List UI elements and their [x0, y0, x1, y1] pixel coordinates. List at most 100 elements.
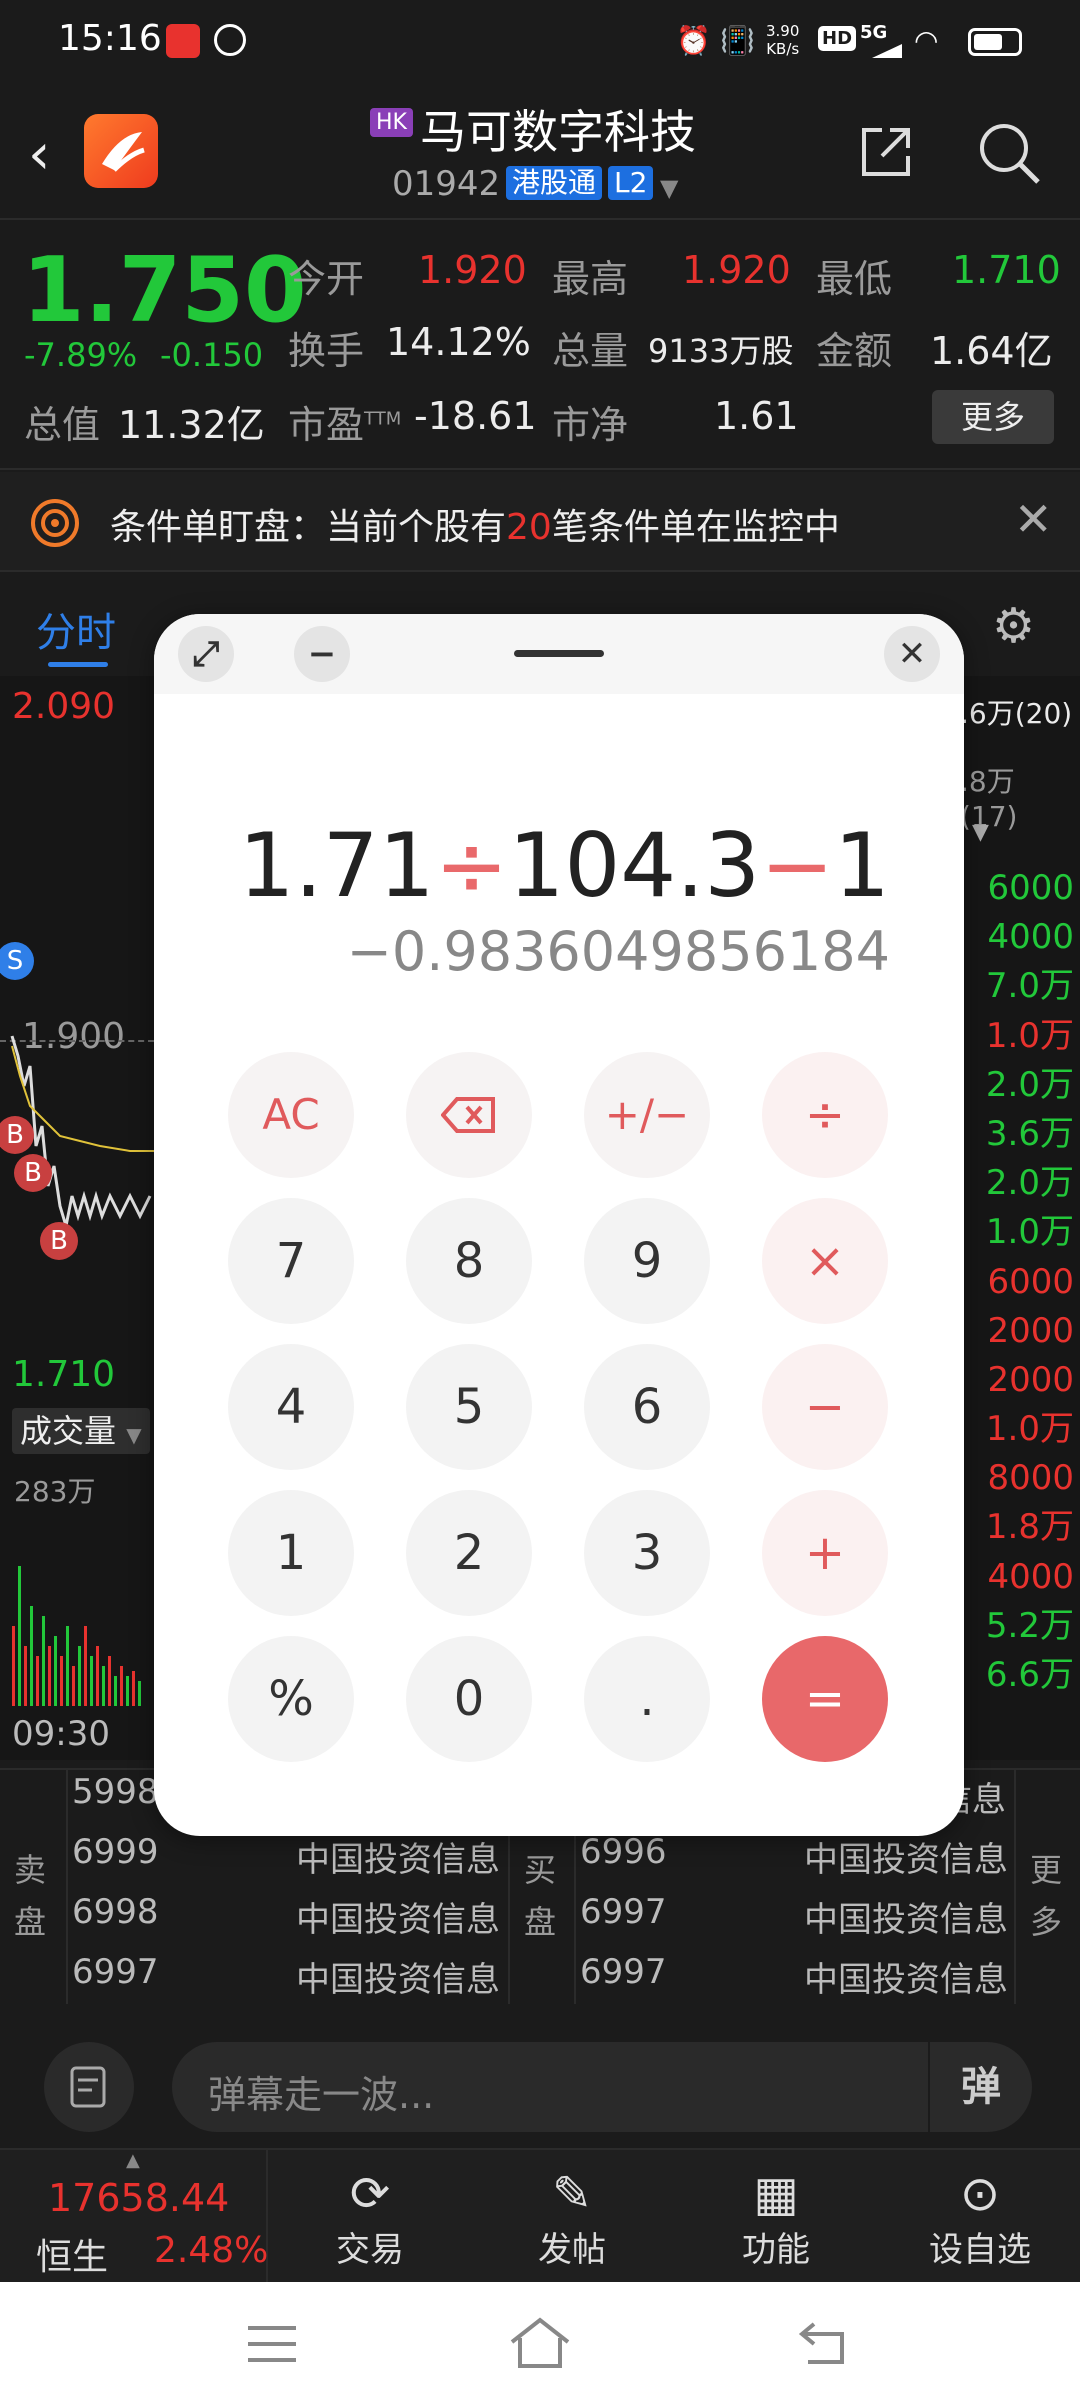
- sell-row[interactable]: 6997 中国投资信息: [72, 1952, 500, 2000]
- tick-volume-item: 2.0万: [985, 1064, 1074, 1105]
- target-icon: [28, 496, 82, 554]
- clear-button[interactable]: AC: [228, 1052, 354, 1178]
- tick-volume-item: 5.2万: [985, 1605, 1074, 1646]
- buy-row[interactable]: 6997 中国投资信息: [580, 1892, 1008, 1940]
- equals-button[interactable]: =: [762, 1636, 888, 1762]
- trade-icon: ⟳: [349, 2166, 391, 2222]
- open-value: 1.920: [418, 248, 527, 292]
- digit-1-button[interactable]: 1: [228, 1490, 354, 1616]
- danmu-input[interactable]: 弹幕走一波... 弹: [172, 2042, 1032, 2132]
- backspace-button[interactable]: [406, 1052, 532, 1178]
- more-icon: ⊙: [959, 2166, 1001, 2222]
- more-brokers-button[interactable]: 更多: [1030, 1844, 1062, 1948]
- tick-volume-item: 4000: [987, 1556, 1074, 1597]
- stock-header: ‹ HK 马可数字科技 01942 港股通 L2 ▼: [0, 84, 1080, 220]
- digit-3-button[interactable]: 3: [584, 1490, 710, 1616]
- digit-0-button[interactable]: 0: [406, 1636, 532, 1762]
- tab-intraday[interactable]: 分时: [36, 600, 116, 658]
- expand-icon[interactable]: ⤢: [178, 626, 234, 682]
- signal-icon: 5G: [860, 22, 888, 43]
- more-button[interactable]: 更多: [932, 390, 1054, 444]
- condition-order-notice[interactable]: 条件单盯盘：当前个股有20笔条件单在监控中 ✕: [0, 472, 1080, 572]
- trade-button[interactable]: ⟳ 交易: [310, 2150, 430, 2284]
- comment-bar: 弹幕走一波... 弹: [0, 2008, 1080, 2146]
- index-name: 恒生: [36, 2237, 109, 2278]
- low-value: 1.710: [952, 248, 1061, 292]
- share-icon[interactable]: [856, 122, 916, 186]
- dropdown-icon[interactable]: ▼: [660, 174, 678, 202]
- system-nav-bar: [0, 2282, 1080, 2408]
- price-line: [10, 1035, 154, 1227]
- tick-volume-item: 6000: [987, 1261, 1074, 1302]
- buy-row[interactable]: 6996 中国投资信息: [580, 1832, 1008, 1880]
- index-widget[interactable]: ▲ 17658.44 恒生 2.48%: [0, 2150, 268, 2284]
- turnover-value: 14.12%: [386, 320, 531, 364]
- digit-6-button[interactable]: 6: [584, 1344, 710, 1470]
- watchlist-button[interactable]: ⊙ 设自选: [910, 2150, 1050, 2284]
- clock: 15:16: [58, 18, 162, 59]
- current-price: 1.750: [22, 238, 307, 343]
- tick-volume-item: 3.6万: [985, 1113, 1074, 1154]
- volume-max-label: 283万: [14, 1475, 96, 1508]
- add-button[interactable]: +: [762, 1490, 888, 1616]
- percent-button[interactable]: %: [228, 1636, 354, 1762]
- sell-row[interactable]: 6999 中国投资信息: [72, 1832, 500, 1880]
- app-notification-icon: [214, 24, 246, 56]
- danmu-placeholder: 弹幕走一波...: [208, 2073, 435, 2117]
- app-logo: [84, 114, 158, 188]
- sell-label: 卖盘: [14, 1851, 47, 1941]
- connect-badge: 港股通: [506, 166, 603, 200]
- high-label: 最高: [552, 257, 629, 301]
- digit-7-button[interactable]: 7: [228, 1198, 354, 1324]
- minimize-icon[interactable]: −: [294, 626, 350, 682]
- digit-9-button[interactable]: 9: [584, 1198, 710, 1324]
- digit-4-button[interactable]: 4: [228, 1344, 354, 1470]
- hd-icon: HD: [818, 26, 857, 51]
- search-icon[interactable]: [976, 120, 1042, 190]
- settings-icon[interactable]: ⚙: [992, 598, 1035, 654]
- calculator-titlebar[interactable]: ⤢ − ✕: [154, 614, 964, 694]
- market-badge: HK: [370, 108, 413, 137]
- pb-value: 1.61: [714, 394, 799, 438]
- subtract-button[interactable]: −: [762, 1344, 888, 1470]
- chevron-up-icon: ▲: [126, 2150, 140, 2171]
- tick-volume-item: 8000: [987, 1458, 1074, 1499]
- digit-2-button[interactable]: 2: [406, 1490, 532, 1616]
- sell-row[interactable]: 6998 中国投资信息: [72, 1892, 500, 1940]
- danmu-toggle-button[interactable]: 弹: [928, 2042, 1032, 2132]
- tab-active-underline: [48, 662, 108, 667]
- drag-handle[interactable]: [514, 650, 604, 657]
- net-speed: 3.90 KB/s: [766, 22, 800, 58]
- amount-label: 金额: [816, 329, 893, 373]
- note-icon[interactable]: [44, 2042, 134, 2132]
- index-change: 2.48%: [154, 2230, 269, 2271]
- amount-value: 1.64亿: [930, 329, 1053, 373]
- status-bar: 15:16 ⏰ 📳 3.90 KB/s HD 5G ◠: [0, 0, 1080, 84]
- tick-volume-item: 1.0万: [985, 1212, 1074, 1253]
- tick-volume-item: 2000: [987, 1359, 1074, 1400]
- volume-selector[interactable]: 成交量 ▼: [12, 1408, 150, 1454]
- back-nav-icon[interactable]: [796, 2318, 852, 2372]
- digit-8-button[interactable]: 8: [406, 1198, 532, 1324]
- buy-row[interactable]: 6997 中国投资信息: [580, 1952, 1008, 2000]
- digit-5-button[interactable]: 5: [406, 1344, 532, 1470]
- home-icon[interactable]: [508, 2316, 572, 2374]
- sell-col-divider: [66, 1768, 68, 2004]
- vibrate-icon: 📳: [720, 24, 755, 57]
- post-button[interactable]: ✎ 发帖: [512, 2150, 632, 2284]
- alarm-icon: ⏰: [676, 24, 711, 57]
- sign-toggle-button[interactable]: +/−: [584, 1052, 710, 1178]
- decimal-button[interactable]: .: [584, 1636, 710, 1762]
- functions-button[interactable]: ▦ 功能: [716, 2150, 836, 2284]
- menu-icon[interactable]: [244, 2322, 300, 2370]
- stock-name: 马可数字科技: [420, 105, 696, 159]
- multiply-button[interactable]: ×: [762, 1198, 888, 1324]
- tick-volume-item: 6.6万: [985, 1655, 1074, 1695]
- close-icon[interactable]: ✕: [884, 626, 940, 682]
- change-pct: -7.89%: [24, 336, 138, 374]
- back-icon[interactable]: ‹: [28, 122, 50, 187]
- close-icon[interactable]: ✕: [1014, 492, 1053, 546]
- divide-button[interactable]: ÷: [762, 1052, 888, 1178]
- quote-panel: 1.750 -7.89% -0.150 今开 1.920 最高 1.920 最低…: [0, 220, 1080, 470]
- pe-value: -18.61: [414, 394, 537, 438]
